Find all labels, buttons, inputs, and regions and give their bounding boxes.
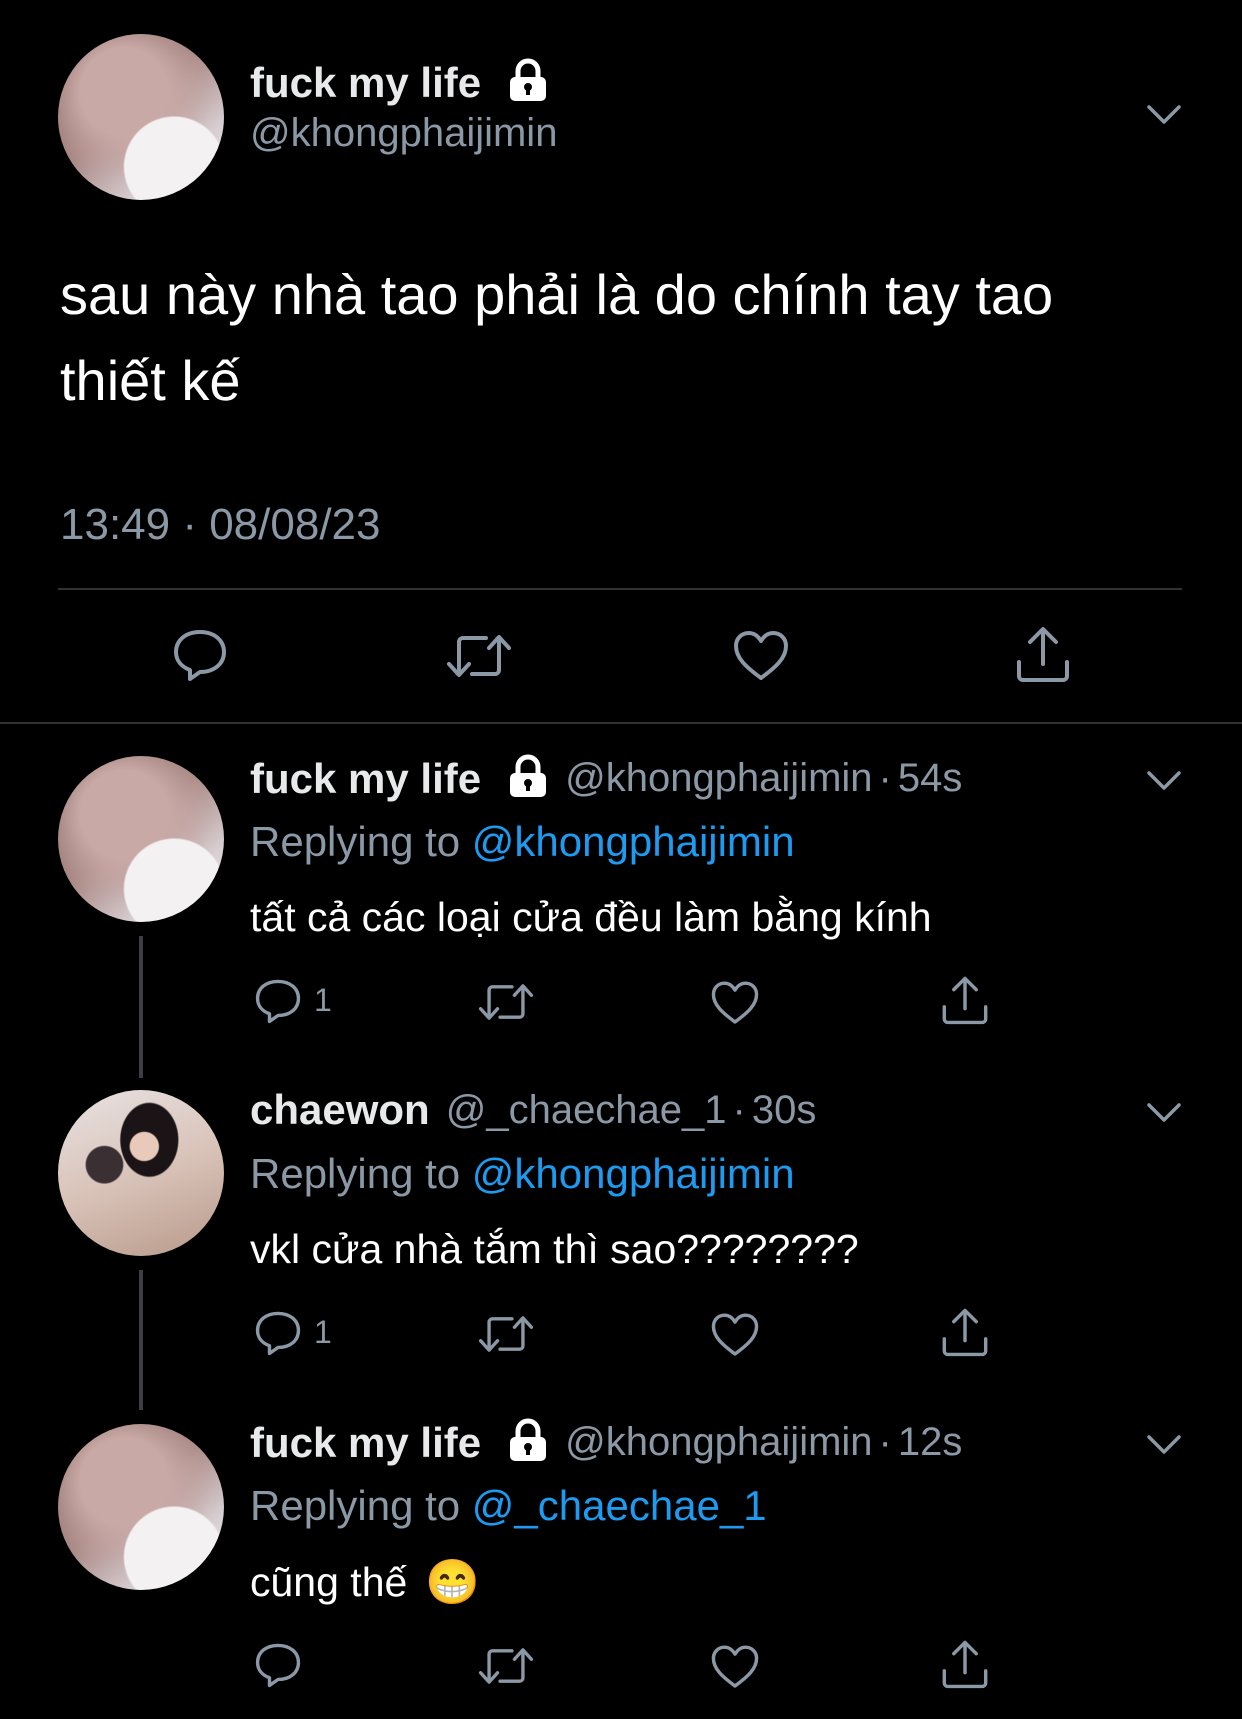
reply-text: vkl cửa nhà tắm thì sao???????? (250, 1226, 859, 1272)
action-bar: 1 (250, 972, 1010, 1028)
retweet-icon[interactable] (478, 1312, 534, 1356)
share-icon[interactable] (1014, 624, 1072, 684)
mention-link[interactable]: @khongphaijimin (472, 818, 795, 865)
reply-count: 1 (314, 982, 332, 1018)
reply-icon[interactable] (254, 1310, 302, 1356)
chevron-down-icon[interactable] (1146, 1102, 1182, 1124)
thread-line (139, 1270, 143, 1410)
share-icon[interactable] (940, 974, 990, 1026)
action-bar (250, 1636, 1010, 1692)
mention-link[interactable]: @_chaechae_1 (472, 1482, 767, 1529)
tweet-timestamp[interactable]: 13:49 · 08/08/23 (60, 500, 380, 550)
reply-header: fuck my life @khongphaijimin · 54s (250, 754, 962, 803)
chevron-down-icon[interactable] (1146, 1434, 1182, 1456)
like-icon[interactable] (710, 1644, 760, 1690)
display-name[interactable]: fuck my life (250, 1419, 481, 1467)
share-icon[interactable] (940, 1638, 990, 1690)
tweet-text: sau này nhà tao phải là do chính tay tao… (60, 263, 1054, 412)
action-bar: 1 (250, 1304, 1010, 1360)
reply-text-row: cũng thế 😁 (250, 1556, 480, 1608)
retweet-icon[interactable] (478, 1644, 534, 1688)
chevron-down-icon[interactable] (1146, 770, 1182, 792)
retweet-icon[interactable] (478, 980, 534, 1024)
share-icon[interactable] (940, 1306, 990, 1358)
reply-header: chaewon @_chaechae_1 · 30s (250, 1086, 816, 1134)
separator: · (732, 1087, 746, 1132)
handle[interactable]: @_chaechae_1 (446, 1088, 727, 1133)
replying-to: Replying to @khongphaijimin (250, 818, 795, 866)
reply-icon[interactable] (254, 978, 302, 1024)
reply-count: 1 (314, 1314, 332, 1350)
tweet-header: fuck my life @khongphaijimin (250, 58, 557, 156)
relative-time[interactable]: 12s (898, 1420, 963, 1465)
separator: · (878, 756, 892, 800)
display-name[interactable]: fuck my life (250, 755, 481, 803)
divider (58, 588, 1182, 590)
avatar[interactable] (58, 756, 224, 922)
lock-icon (507, 1418, 549, 1467)
chevron-down-icon[interactable] (1146, 104, 1182, 126)
relative-time[interactable]: 54s (898, 756, 963, 801)
replying-to: Replying to @_chaechae_1 (250, 1482, 767, 1530)
thread-line (139, 936, 143, 1078)
avatar[interactable] (58, 1090, 224, 1256)
replying-label: Replying to (250, 818, 461, 865)
action-bar (0, 622, 1242, 692)
grinning-emoji: 😁 (425, 1558, 481, 1607)
separator: · (878, 1420, 892, 1464)
lock-icon (507, 754, 549, 803)
replying-label: Replying to (250, 1150, 461, 1197)
retweet-icon[interactable] (446, 630, 512, 682)
like-icon[interactable] (732, 630, 790, 682)
reply-icon[interactable] (254, 1642, 302, 1688)
divider (0, 722, 1242, 724)
display-name[interactable]: fuck my life (250, 59, 481, 107)
lock-icon (507, 58, 549, 107)
avatar[interactable] (58, 1424, 224, 1590)
reply-text: cũng thế (250, 1558, 408, 1605)
replying-to: Replying to @khongphaijimin (250, 1150, 795, 1198)
like-icon[interactable] (710, 980, 760, 1026)
handle[interactable]: @khongphaijimin (565, 756, 872, 801)
mention-link[interactable]: @khongphaijimin (472, 1150, 795, 1197)
handle[interactable]: @khongphaijimin (565, 1420, 872, 1465)
relative-time[interactable]: 30s (752, 1088, 817, 1133)
replying-label: Replying to (250, 1482, 461, 1529)
handle[interactable]: @khongphaijimin (250, 111, 557, 156)
like-icon[interactable] (710, 1312, 760, 1358)
reply-header: fuck my life @khongphaijimin · 12s (250, 1418, 962, 1467)
reply-icon[interactable] (172, 628, 228, 682)
avatar[interactable] (58, 34, 224, 200)
reply-text: tất cả các loại cửa đều làm bằng kính (250, 894, 932, 940)
display-name[interactable]: chaewon (250, 1086, 430, 1134)
